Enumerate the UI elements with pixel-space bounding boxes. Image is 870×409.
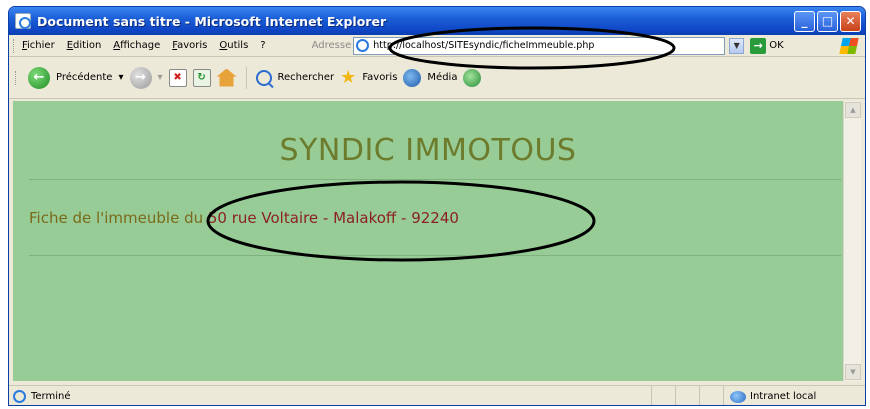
windows-logo-icon (839, 37, 859, 54)
address-input[interactable]: http://localhost/SITEsyndic/ficheImmeubl… (353, 36, 726, 55)
window-controls: _ □ ✕ (794, 10, 865, 32)
forward-dropdown-icon[interactable]: ▾ (158, 72, 163, 83)
search-button-label[interactable]: Rechercher (278, 72, 335, 83)
status-bar: Terminé Intranet local (9, 385, 865, 405)
security-zone[interactable]: Intranet local (723, 386, 865, 405)
scroll-down-button[interactable]: ▼ (845, 364, 861, 380)
vertical-scrollbar[interactable]: ▲ ▼ (843, 101, 861, 381)
address-dropdown-button[interactable]: ▼ (729, 37, 745, 54)
favorites-button-label[interactable]: Favoris (362, 72, 397, 83)
menu-fichier[interactable]: Fichier (22, 40, 55, 51)
divider-top (29, 179, 841, 180)
menu-edition[interactable]: Edition (67, 40, 102, 51)
back-dropdown-icon[interactable]: ▾ (118, 72, 123, 83)
intranet-zone-icon (730, 390, 746, 403)
maximize-button[interactable]: □ (817, 10, 838, 32)
fiche-line: Fiche de l'immeuble du 50 rue Voltaire -… (29, 209, 459, 227)
window-title: Document sans titre - Microsoft Internet… (37, 13, 387, 29)
toolbar-separator (245, 66, 247, 89)
page-icon (356, 39, 370, 52)
search-icon[interactable] (255, 69, 272, 86)
building-address: 50 rue Voltaire - Malakoff - 92240 (207, 209, 459, 227)
home-icon[interactable] (216, 68, 237, 87)
toolbar: ← Précédente ▾ → ▾ ✖ ↻ Rechercher ★ Favo… (9, 57, 865, 99)
status-pane (699, 386, 723, 405)
status-panes: Intranet local (651, 386, 865, 405)
zone-label: Intranet local (750, 391, 817, 402)
history-icon[interactable] (463, 68, 482, 87)
go-arrow-icon: → (750, 37, 767, 54)
ie-icon (15, 13, 31, 29)
menu-favoris[interactable]: Favoris (172, 40, 207, 51)
media-icon[interactable] (403, 68, 422, 87)
title-bar: Document sans titre - Microsoft Internet… (9, 7, 865, 35)
refresh-icon[interactable]: ↻ (192, 68, 211, 87)
go-label: OK (769, 40, 784, 51)
media-button-label[interactable]: Média (427, 72, 457, 83)
menu-affichage[interactable]: Affichage (113, 40, 160, 51)
address-label: Adresse (311, 40, 352, 51)
back-icon[interactable]: ← (28, 66, 50, 89)
menu-grip[interactable] (13, 38, 16, 53)
close-button[interactable]: ✕ (840, 10, 861, 32)
menu-outils[interactable]: Outils (219, 40, 248, 51)
address-url[interactable]: http://localhost/SITEsyndic/ficheImmeubl… (373, 40, 594, 51)
fiche-label: Fiche de l'immeuble du (29, 209, 208, 227)
favorites-star-icon[interactable]: ★ (340, 68, 356, 87)
menu-and-address-row: Fichier Edition Affichage Favoris Outils… (9, 35, 865, 57)
divider-bottom (29, 255, 841, 256)
page-content: SYNDIC IMMOTOUS Fiche de l'immeuble du 5… (13, 101, 843, 381)
back-button-label[interactable]: Précédente (56, 72, 112, 83)
menu-help[interactable]: ? (260, 40, 265, 51)
toolbar-grip[interactable] (15, 70, 18, 85)
status-text: Terminé (31, 391, 71, 402)
status-page-icon (13, 390, 26, 403)
menu-bar: Fichier Edition Affichage Favoris Outils… (20, 40, 266, 51)
minimize-button[interactable]: _ (794, 10, 815, 32)
scroll-up-button[interactable]: ▲ (845, 102, 861, 118)
go-button[interactable]: → OK (750, 37, 784, 54)
status-pane (675, 386, 699, 405)
stop-icon[interactable]: ✖ (168, 68, 187, 87)
forward-icon[interactable]: → (129, 66, 152, 89)
status-pane (651, 386, 675, 405)
site-title: SYNDIC IMMOTOUS (279, 133, 577, 168)
browser-window: Document sans titre - Microsoft Internet… (8, 6, 866, 406)
